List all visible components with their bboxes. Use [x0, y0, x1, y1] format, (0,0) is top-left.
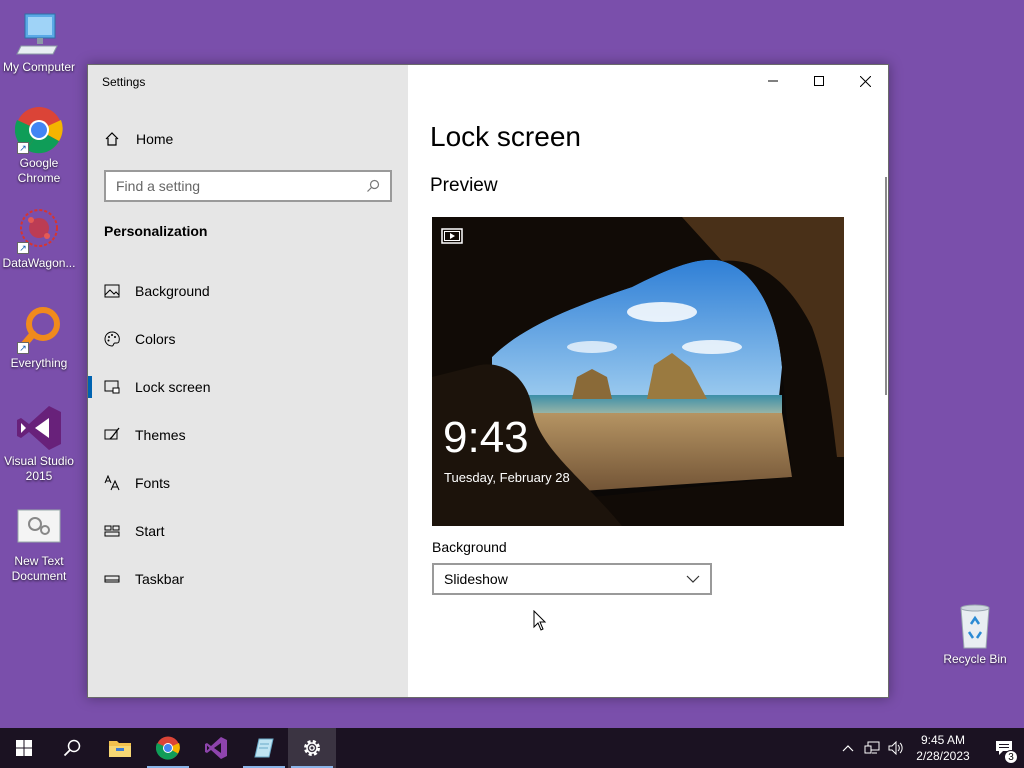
- search-icon: [367, 179, 380, 192]
- search-input[interactable]: Find a setting: [104, 170, 392, 202]
- sidebar-item-label: Start: [135, 523, 165, 539]
- notepad-icon: [254, 738, 274, 758]
- action-center-button[interactable]: 3: [984, 728, 1024, 768]
- search-icon: [63, 739, 81, 757]
- desktop-icon-label: My Computer: [2, 60, 76, 74]
- scrollbar[interactable]: [885, 177, 887, 395]
- system-tray: 9:45 AM 2/28/2023 3: [836, 728, 1024, 768]
- clock-date: 2/28/2023: [916, 749, 970, 763]
- desktop-icon-chrome[interactable]: ↗ Google Chrome: [0, 106, 78, 186]
- sidebar-item-taskbar[interactable]: Taskbar: [88, 555, 408, 603]
- preview-heading: Preview: [430, 175, 498, 196]
- settings-gear-icon: [304, 740, 320, 756]
- settings-window: Settings Home Find a setting Personaliza…: [87, 64, 889, 698]
- taskbar-visual-studio[interactable]: [192, 728, 240, 768]
- settings-sidebar: Settings Home Find a setting Personaliza…: [88, 65, 408, 697]
- slideshow-play-icon: [441, 228, 463, 244]
- chevron-up-icon: [842, 745, 854, 752]
- desktop-icon-my-computer[interactable]: My Computer: [0, 10, 78, 75]
- taskbar-clock[interactable]: 9:45 AM 2/28/2023: [908, 732, 978, 764]
- start-grid-icon: [104, 523, 120, 539]
- sidebar-item-label: Background: [135, 283, 210, 299]
- desktop-icon-label: DataWagon...: [2, 256, 76, 270]
- network-icon: [864, 741, 880, 754]
- main-content: Lock screen Preview 9:43 Tuesday, Februa…: [408, 65, 888, 697]
- taskbar: 9:45 AM 2/28/2023 3: [0, 728, 1024, 768]
- desktop-icon-datawagon[interactable]: ↗ DataWagon...: [0, 206, 78, 271]
- network-button[interactable]: [860, 728, 884, 768]
- taskbar-chrome[interactable]: [144, 728, 192, 768]
- taskbar-notepad[interactable]: [240, 728, 288, 768]
- sidebar-item-label: Colors: [135, 331, 176, 347]
- desktop-icon-recycle-bin[interactable]: Recycle Bin: [936, 602, 1014, 667]
- start-button[interactable]: [0, 728, 48, 768]
- desktop-icon-label: Google Chrome: [17, 156, 61, 185]
- preview-date: Tuesday, February 28: [444, 470, 570, 485]
- section-title: Personalization: [104, 223, 208, 239]
- nav-home[interactable]: Home: [104, 127, 173, 151]
- notification-count-badge: 3: [1004, 750, 1018, 764]
- chrome-icon: ↗: [14, 106, 63, 154]
- start-icon: [16, 740, 32, 756]
- volume-icon: [888, 741, 903, 755]
- nav-list: Background Colors Lock screen Themes Fon…: [88, 267, 408, 603]
- sidebar-item-label: Themes: [135, 427, 186, 443]
- sidebar-item-themes[interactable]: Themes: [88, 411, 408, 459]
- file-explorer-icon: [109, 741, 131, 757]
- sidebar-item-label: Fonts: [135, 475, 171, 491]
- background-dropdown-value: Slideshow: [444, 571, 508, 587]
- desktop-icon-label: Everything: [10, 356, 68, 370]
- search-placeholder: Find a setting: [116, 178, 201, 194]
- nav-home-label: Home: [136, 131, 174, 147]
- taskbar-search-button[interactable]: [48, 728, 96, 768]
- palette-icon: [104, 331, 120, 347]
- sidebar-item-lock-screen[interactable]: Lock screen: [88, 363, 408, 411]
- taskbar-settings[interactable]: [288, 728, 336, 768]
- background-label: Background: [432, 539, 507, 555]
- picture-icon: [104, 283, 120, 299]
- desktop-icon-everything[interactable]: ↗ Everything: [0, 306, 78, 371]
- computer-icon: [15, 10, 63, 58]
- recycle-bin-icon: [951, 602, 999, 650]
- show-hidden-icons-button[interactable]: [836, 728, 860, 768]
- sidebar-item-start[interactable]: Start: [88, 507, 408, 555]
- sidebar-item-background[interactable]: Background: [88, 267, 408, 315]
- desktop-icon-new-text-document[interactable]: New Text Document: [0, 504, 78, 584]
- sidebar-item-label: Lock screen: [135, 379, 211, 395]
- chevron-down-icon: [686, 575, 700, 583]
- page-title: Lock screen: [430, 121, 581, 152]
- background-dropdown[interactable]: Slideshow: [432, 563, 712, 595]
- chrome-icon: [156, 736, 180, 760]
- desktop-icon-label: Visual Studio 2015: [4, 454, 74, 483]
- text-document-icon: [15, 504, 63, 552]
- taskbar-file-explorer[interactable]: [96, 728, 144, 768]
- desktop-icon-visual-studio[interactable]: Visual Studio 2015: [0, 404, 78, 484]
- brush-icon: [104, 427, 120, 443]
- window-title: Settings: [102, 75, 146, 89]
- home-icon: [105, 132, 119, 146]
- taskbar-icon: [104, 571, 120, 587]
- sidebar-item-colors[interactable]: Colors: [88, 315, 408, 363]
- font-icon: [104, 475, 120, 491]
- clock-time: 9:45 AM: [920, 733, 966, 747]
- mouse-cursor-icon: [533, 610, 547, 631]
- sidebar-item-fonts[interactable]: Fonts: [88, 459, 408, 507]
- visual-studio-icon: [15, 404, 63, 452]
- desktop-icon-label: New Text Document: [11, 554, 67, 583]
- sidebar-item-label: Taskbar: [135, 571, 185, 587]
- preview-time: 9:43: [443, 413, 529, 462]
- lock-screen-icon: [104, 379, 120, 395]
- volume-button[interactable]: [884, 728, 908, 768]
- datawagon-icon: ↗: [15, 206, 63, 254]
- everything-search-icon: ↗: [15, 306, 63, 354]
- desktop-icon-label: Recycle Bin: [943, 652, 1007, 666]
- lock-screen-preview: 9:43 Tuesday, February 28: [432, 217, 844, 526]
- visual-studio-icon: [205, 737, 227, 759]
